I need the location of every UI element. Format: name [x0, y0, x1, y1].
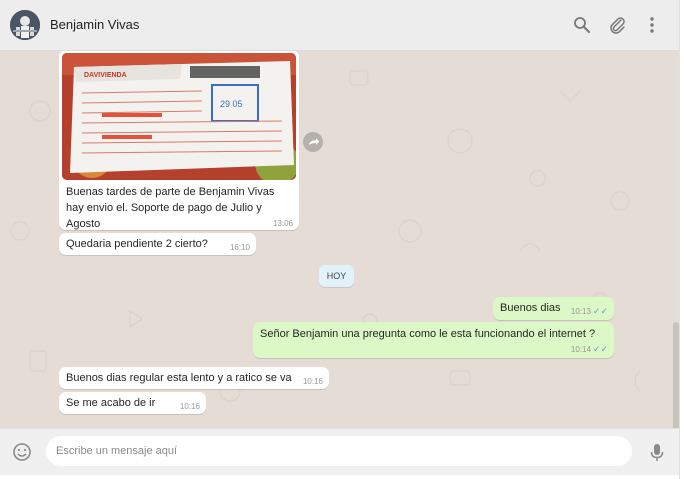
attach-icon[interactable] [606, 14, 628, 36]
svg-text:29 05: 29 05 [220, 99, 243, 109]
message-time: 10:16 [179, 402, 200, 411]
message-text: Buenos dias [500, 302, 561, 314]
message-text: Se me acabo de ir [66, 397, 156, 409]
message-text: Quedaria pendiente 2 cierto? [66, 238, 208, 250]
menu-icon[interactable] [641, 14, 663, 36]
message-bubble-incoming[interactable]: Se me acabo de ir 10:16 [59, 392, 206, 414]
message-time: 10:14 [570, 345, 591, 354]
composer [0, 428, 679, 475]
message-bubble-incoming[interactable]: Quedaria pendiente 2 cierto? 16:10 [59, 233, 256, 255]
message-image[interactable]: DAVIVIENDA 29 05 [62, 53, 296, 180]
svg-text:DAVIVIENDA: DAVIVIENDA [84, 72, 127, 79]
message-bubble-outgoing[interactable]: Buenos dias 10:13 ✓✓ [493, 297, 614, 320]
message-bubble-incoming[interactable]: DAVIVIENDA 29 05 Buenas tardes de parte … [59, 51, 299, 230]
message-text: Buenas tardes de parte de Benjamin Vivas… [66, 186, 275, 230]
double-check-icon: ✓✓ [592, 344, 608, 354]
message-time-status: 10:14 ✓✓ [571, 344, 608, 355]
message-time: 13:06 [272, 219, 293, 228]
message-time: 16:10 [229, 243, 250, 252]
day-separator: HOY [319, 265, 354, 287]
chat-window: Benjamin Vivas DAVIVIENDA 29 05 Buenas t… [0, 0, 680, 479]
message-list[interactable]: DAVIVIENDA 29 05 Buenas tardes de parte … [0, 51, 679, 428]
double-check-icon: ✓✓ [592, 306, 608, 316]
message-input[interactable] [46, 436, 632, 466]
contact-name[interactable]: Benjamin Vivas [50, 17, 139, 32]
chat-header: Benjamin Vivas [0, 0, 679, 51]
emoji-icon[interactable] [11, 441, 33, 463]
message-text: Buenos dias regular esta lento y a ratic… [66, 372, 292, 384]
message-time-status: 10:13 ✓✓ [571, 306, 608, 317]
avatar[interactable] [10, 10, 40, 40]
message-time: 10:13 [570, 307, 591, 316]
search-icon[interactable] [571, 14, 593, 36]
forward-icon[interactable] [303, 132, 323, 152]
message-text: Señor Benjamin una pregunta como le esta… [260, 328, 596, 340]
microphone-icon[interactable] [646, 441, 668, 463]
scrollbar[interactable] [673, 322, 679, 428]
message-bubble-outgoing[interactable]: Señor Benjamin una pregunta como le esta… [253, 322, 614, 358]
message-time: 10:16 [302, 377, 323, 386]
message-bubble-incoming[interactable]: Buenos dias regular esta lento y a ratic… [59, 367, 329, 389]
